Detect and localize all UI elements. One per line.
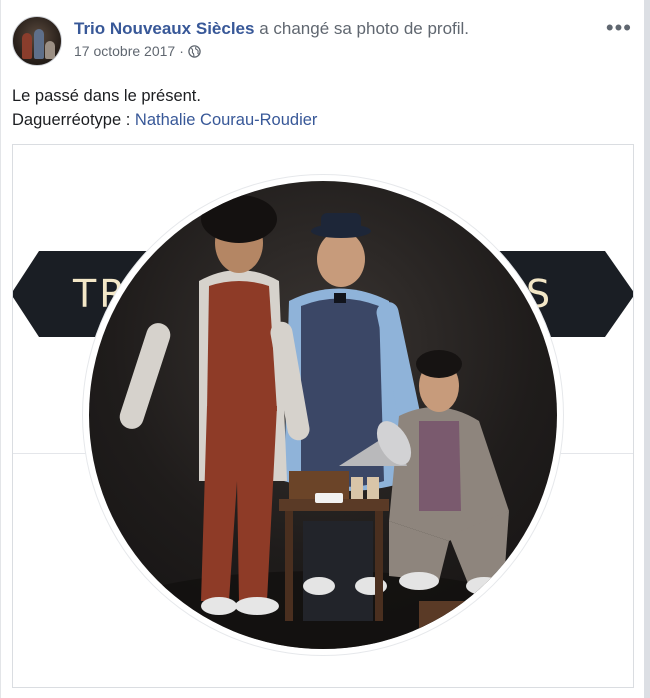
profile-photo[interactable] xyxy=(89,181,557,649)
profile-photo-illustration xyxy=(113,195,533,649)
header-text: Trio Nouveaux Siècles a changé sa photo … xyxy=(74,18,469,59)
post-meta: 17 octobre 2017 · xyxy=(74,43,469,59)
photographer-link[interactable]: Nathalie Courau-Roudier xyxy=(135,111,318,129)
avatar-figure-center xyxy=(34,29,44,59)
frame-right-border xyxy=(644,0,650,698)
avatar-figure-right xyxy=(45,41,55,59)
post-header: Trio Nouveaux Siècles a changé sa photo … xyxy=(12,16,632,72)
frame-left-border xyxy=(0,0,1,698)
header-title-line: Trio Nouveaux Siècles a changé sa photo … xyxy=(74,18,469,40)
credit-prefix: Daguerréotype : xyxy=(12,111,135,129)
cover-photo-area[interactable]: TR ES xyxy=(12,144,634,688)
page-avatar[interactable] xyxy=(12,16,62,66)
more-options-icon[interactable]: ••• xyxy=(606,17,632,39)
post-action-text: a changé sa photo de profil. xyxy=(259,19,470,38)
profile-picture-frame[interactable] xyxy=(83,175,563,655)
globe-icon[interactable] xyxy=(188,44,201,58)
post-date[interactable]: 17 octobre 2017 xyxy=(74,43,175,59)
meta-separator: · xyxy=(179,43,184,59)
post-text-line: Le passé dans le présent. xyxy=(12,87,201,105)
post-body: Le passé dans le présent. Daguerréotype … xyxy=(12,84,317,132)
page-name-link[interactable]: Trio Nouveaux Siècles xyxy=(74,19,254,38)
avatar-figure-left xyxy=(22,33,32,59)
post-credit-line: Daguerréotype : Nathalie Courau-Roudier xyxy=(12,108,317,132)
figure-left xyxy=(119,195,310,615)
